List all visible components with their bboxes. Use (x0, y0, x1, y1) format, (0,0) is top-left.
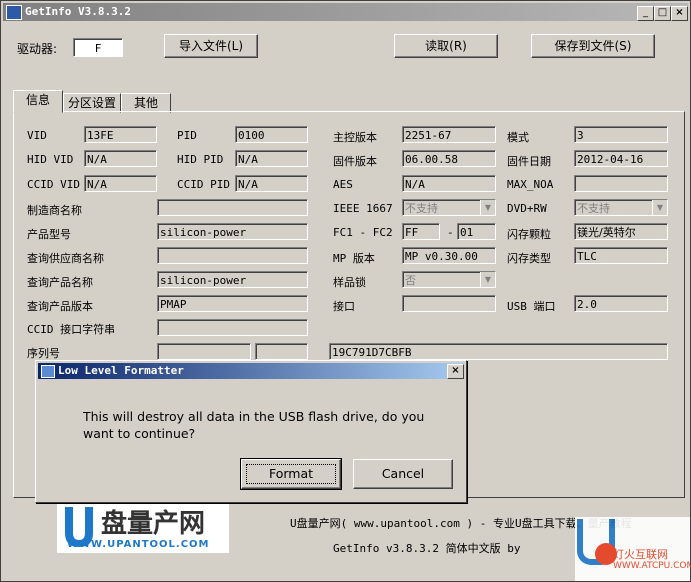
drive-field[interactable]: F (73, 38, 123, 57)
ccid-pid-field[interactable]: N/A (235, 175, 308, 192)
watermark-text: 灯火互联网 (613, 548, 668, 561)
interface-field[interactable] (402, 295, 496, 312)
aes-field[interactable]: N/A (402, 175, 496, 192)
mp-version-label: MP 版本 (333, 252, 375, 265)
serial-field-1[interactable] (157, 343, 251, 360)
usb-port-label: USB 端口 (507, 300, 556, 313)
fc-separator: - (447, 226, 454, 239)
mp-version-field[interactable]: MP v0.30.00 (402, 247, 496, 264)
read-button[interactable]: 读取(R) (394, 34, 498, 58)
dialog-close-button[interactable]: × (447, 364, 464, 379)
tab-info[interactable]: 信息 (13, 90, 63, 113)
aes-label: AES (333, 178, 353, 191)
fc-label: FC1 - FC2 (333, 226, 393, 239)
interface-label: 接口 (333, 300, 355, 313)
upantool-logo: 盘量产网 WWW.UPANTOOL.COM (57, 501, 229, 553)
firmware-version-field[interactable]: 06.00.58 (402, 150, 496, 167)
window-title: GetInfo V3.8.3.2 (25, 5, 131, 18)
vid-field[interactable]: 13FE (84, 126, 157, 143)
query-vendor-label: 查询供应商名称 (27, 252, 104, 265)
hid-pid-label: HID PID (177, 153, 224, 166)
focus-rect (246, 464, 336, 484)
fc1-field[interactable]: FF (402, 223, 440, 240)
chevron-down-icon[interactable]: ▼ (480, 200, 495, 215)
dvd-rw-value: 不支持 (577, 202, 610, 215)
dialog-app-icon (41, 365, 55, 378)
controller-version-field[interactable]: 2251-67 (402, 126, 496, 143)
sample-lock-select[interactable]: 否 ▼ (402, 271, 496, 288)
app-icon (6, 5, 22, 20)
mode-field[interactable]: 3 (574, 126, 668, 143)
dvd-rw-select[interactable]: 不支持 ▼ (574, 199, 668, 216)
max-noa-label: MAX_NOA (507, 178, 554, 191)
flash-type-field[interactable]: TLC (574, 247, 668, 264)
ccid-vid-field[interactable]: N/A (84, 175, 157, 192)
ccid-string-field[interactable] (157, 319, 308, 336)
import-file-button[interactable]: 导入文件(L) (164, 34, 258, 58)
query-product-version-field[interactable]: PMAP (157, 295, 308, 312)
firmware-date-label: 固件日期 (507, 155, 551, 168)
low-level-formatter-dialog: Low Level Formatter × This will destroy … (35, 360, 467, 503)
usb-port-field[interactable]: 2.0 (574, 295, 668, 312)
flash-chip-field[interactable]: 镁光/英特尔 (574, 223, 668, 240)
drive-label: 驱动器: (17, 42, 58, 56)
minimize-button[interactable]: _ (637, 6, 654, 21)
serial-label: 序列号 (27, 347, 60, 360)
manufacturer-label: 制造商名称 (27, 204, 82, 217)
query-vendor-field[interactable] (157, 247, 308, 264)
query-product-version-label: 查询产品版本 (27, 300, 93, 313)
save-to-file-button[interactable]: 保存到文件(S) (531, 34, 655, 58)
dialog-message: This will destroy all data in the USB fl… (83, 409, 425, 441)
hid-vid-label: HID VID (27, 153, 74, 166)
ccid-vid-label: CCID VID (27, 178, 80, 191)
max-noa-field[interactable] (574, 175, 668, 192)
controller-version-label: 主控版本 (333, 131, 377, 144)
close-button[interactable]: × (671, 6, 688, 21)
chevron-down-icon[interactable]: ▼ (652, 200, 667, 215)
vid-label: VID (27, 129, 47, 142)
watermark-url: WWW.ATCPU.COM (613, 561, 691, 571)
dialog-title: Low Level Formatter (58, 364, 184, 377)
serial-field-2[interactable] (255, 343, 308, 360)
cancel-button[interactable]: Cancel (353, 459, 453, 489)
query-product-label: 查询产品名称 (27, 276, 93, 289)
flash-type-label: 闪存类型 (507, 252, 551, 265)
chevron-down-icon[interactable]: ▼ (480, 272, 495, 287)
watermark: 灯火互联网 WWW.ATCPU.COM (575, 517, 691, 581)
tab-partition[interactable]: 分区设置 (63, 93, 121, 113)
title-bar[interactable]: GetInfo V3.8.3.2 _ □ × (3, 3, 688, 21)
format-button[interactable]: Format (240, 458, 342, 490)
product-model-label: 产品型号 (27, 228, 71, 241)
pid-field[interactable]: 0100 (235, 126, 308, 143)
footer-line-2: GetInfo v3.8.3.2 简体中文版 by (333, 542, 521, 555)
flash-chip-label: 闪存颗粒 (507, 228, 551, 241)
manufacturer-field[interactable] (157, 199, 308, 216)
pid-label: PID (177, 129, 197, 142)
firmware-version-label: 固件版本 (333, 155, 377, 168)
hid-pid-field[interactable]: N/A (235, 150, 308, 167)
logo-url: WWW.UPANTOOL.COM (67, 539, 210, 550)
maximize-button[interactable]: □ (654, 6, 671, 21)
dialog-title-bar[interactable]: Low Level Formatter × (38, 363, 464, 379)
serial-field[interactable]: 19C791D7CBFB (329, 343, 668, 360)
logo-brand: 盘量产网 (101, 509, 206, 539)
ieee1667-select[interactable]: 不支持 ▼ (402, 199, 496, 216)
sample-lock-value: 否 (405, 274, 416, 287)
query-product-field[interactable]: silicon-power (157, 271, 308, 288)
ccid-pid-label: CCID PID (177, 178, 230, 191)
dvd-rw-label: DVD+RW (507, 202, 547, 215)
ieee1667-label: IEEE 1667 (333, 202, 393, 215)
ieee1667-value: 不支持 (405, 202, 438, 215)
ccid-string-label: CCID 接口字符串 (27, 323, 116, 336)
firmware-date-field[interactable]: 2012-04-16 (574, 150, 668, 167)
sample-lock-label: 样品锁 (333, 276, 366, 289)
product-model-field[interactable]: silicon-power (157, 223, 308, 240)
mode-label: 模式 (507, 131, 529, 144)
fc2-field[interactable]: 01 (457, 223, 496, 240)
tab-other[interactable]: 其他 (121, 93, 171, 113)
hid-vid-field[interactable]: N/A (84, 150, 157, 167)
